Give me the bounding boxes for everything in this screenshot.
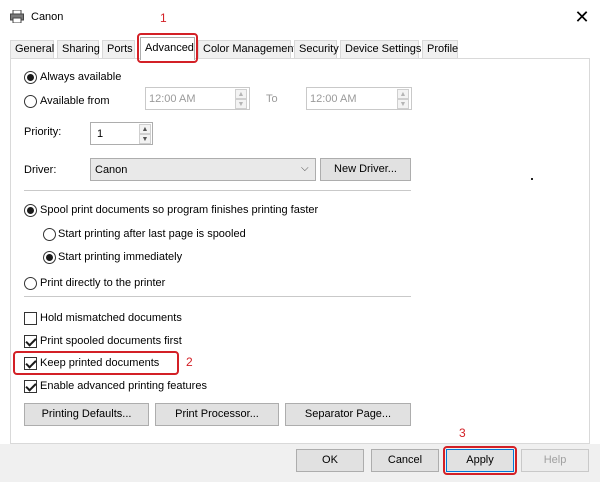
tab-ports[interactable]: Ports	[102, 40, 135, 59]
window-title: Canon	[31, 11, 64, 23]
driver-value: Canon	[95, 164, 128, 176]
from-time-field[interactable]: 12:00 AM ▲ ▼	[145, 87, 250, 110]
tab-color-management[interactable]: Color Management	[198, 40, 297, 59]
advanced-features-label: Enable advanced printing features	[40, 380, 207, 392]
hold-mismatched-checkbox[interactable]	[24, 312, 37, 325]
always-available-label: Always available	[40, 71, 122, 83]
printer-icon	[10, 10, 24, 23]
available-from-label: Available from	[40, 95, 110, 107]
driver-label: Driver:	[24, 164, 57, 176]
advanced-features-checkbox[interactable]	[24, 380, 37, 393]
spooled-first-label: Print spooled documents first	[40, 335, 182, 347]
annotation-number-3: 3	[459, 426, 466, 440]
ok-button[interactable]: OK	[296, 449, 364, 472]
start-immediately-label: Start printing immediately	[58, 251, 183, 263]
annotation-number-1: 1	[160, 11, 167, 25]
printing-defaults-button[interactable]: Printing Defaults...	[24, 403, 149, 426]
new-driver-button[interactable]: New Driver...	[320, 158, 411, 181]
tab-device-settings[interactable]: Device Settings	[340, 40, 421, 59]
annotation-box-apply	[443, 446, 517, 475]
tab-sharing[interactable]: Sharing	[57, 40, 100, 59]
tab-profile[interactable]: Profile	[422, 40, 458, 59]
spool-radio[interactable]	[24, 204, 37, 217]
tab-general[interactable]: General	[10, 40, 54, 59]
priority-field[interactable]: 1 ▲ ▼	[90, 122, 153, 145]
divider-2	[24, 296, 411, 297]
stray-dot	[531, 178, 533, 180]
spool-label: Spool print documents so program finishe…	[40, 204, 319, 216]
chevron-down-icon: ⌵	[301, 163, 309, 174]
cancel-button[interactable]: Cancel	[371, 449, 439, 472]
start-after-last-page-label: Start printing after last page is spoole…	[58, 228, 246, 240]
divider-1	[24, 190, 411, 191]
print-directly-label: Print directly to the printer	[40, 277, 166, 289]
print-processor-button[interactable]: Print Processor...	[155, 403, 279, 426]
spooled-first-checkbox[interactable]	[24, 335, 37, 348]
help-button[interactable]: Help	[521, 449, 589, 472]
priority-value: 1	[97, 128, 104, 140]
always-available-radio[interactable]	[24, 71, 37, 84]
annotation-box-keep-printed	[13, 351, 179, 375]
to-time-value: 12:00 AM	[310, 93, 357, 105]
separator-page-button[interactable]: Separator Page...	[285, 403, 411, 426]
print-directly-radio[interactable]	[24, 277, 37, 290]
close-icon[interactable]: ✕	[570, 6, 594, 28]
start-after-last-page-radio[interactable]	[43, 228, 56, 241]
from-time-up-icon[interactable]: ▲	[235, 89, 247, 99]
to-time-field[interactable]: 12:00 AM ▲ ▼	[306, 87, 412, 110]
priority-up-icon[interactable]: ▲	[139, 124, 151, 134]
available-from-radio[interactable]	[24, 95, 37, 108]
to-time-down-icon[interactable]: ▼	[397, 99, 409, 109]
priority-down-icon[interactable]: ▼	[139, 134, 151, 144]
annotation-box-advanced-tab	[137, 33, 198, 63]
priority-label: Priority:	[24, 126, 62, 138]
from-time-down-icon[interactable]: ▼	[235, 99, 247, 109]
from-time-value: 12:00 AM	[149, 93, 196, 105]
tab-security[interactable]: Security	[294, 40, 339, 59]
driver-select[interactable]: Canon ⌵	[90, 158, 316, 181]
start-immediately-radio[interactable]	[43, 251, 56, 264]
to-time-up-icon[interactable]: ▲	[397, 89, 409, 99]
hold-mismatched-label: Hold mismatched documents	[40, 312, 182, 324]
to-label: To	[266, 93, 278, 105]
annotation-number-2: 2	[186, 355, 193, 369]
title-bar: Canon ✕	[0, 0, 600, 34]
